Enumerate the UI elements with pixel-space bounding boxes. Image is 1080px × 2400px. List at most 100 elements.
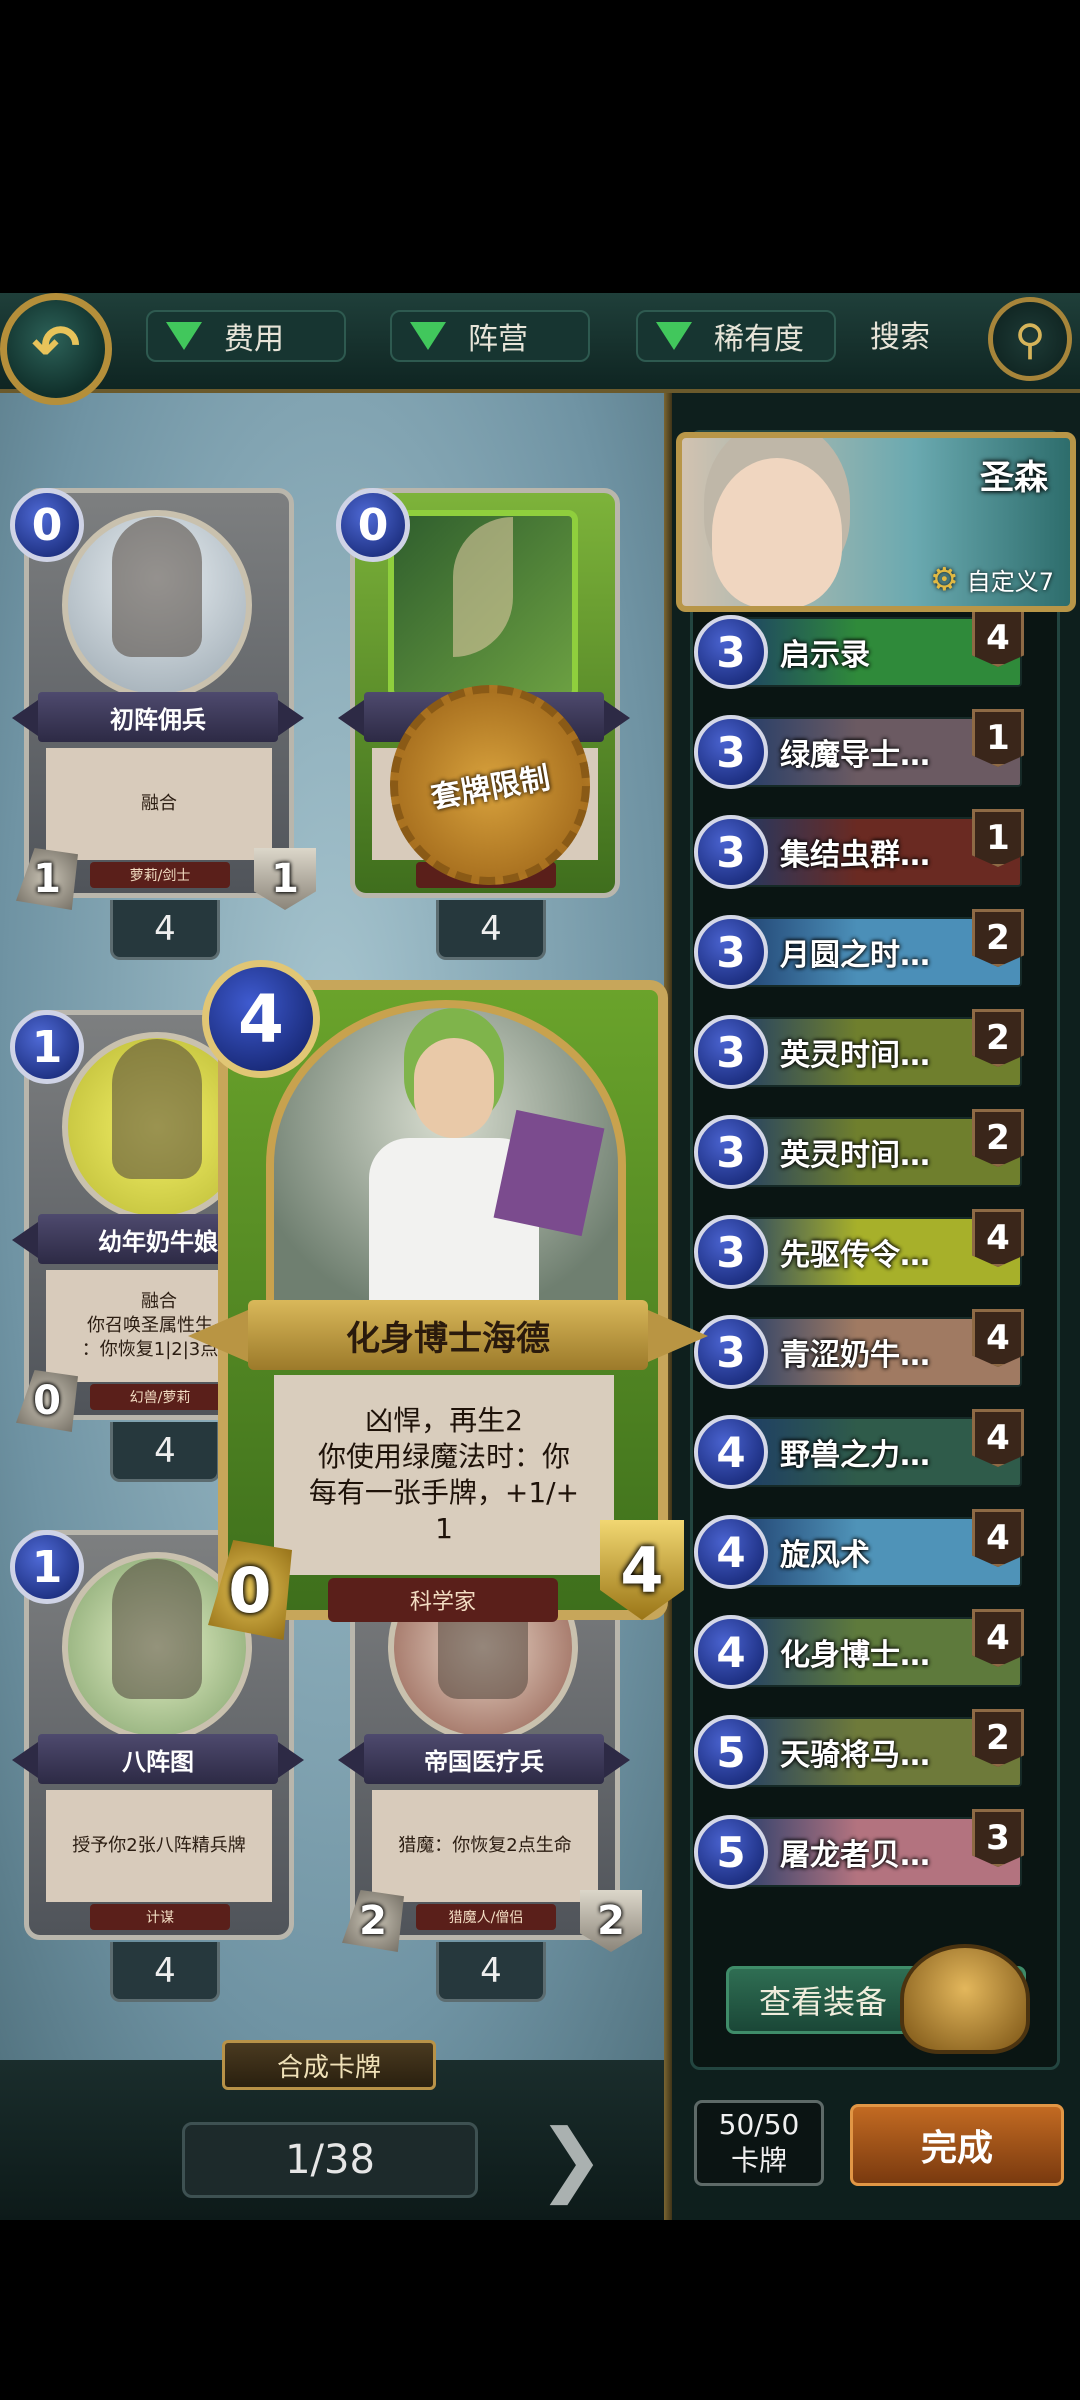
selected-card-preview[interactable]: 4 化身博士海德 凶悍，再生2 你使用绿魔法时：你 每有一张手牌，+1/+ 1 … — [188, 960, 708, 1660]
deck-card-cost: 5 — [694, 1715, 768, 1789]
deck-card-name: 启示录 — [780, 638, 870, 673]
card-cost: 4 — [202, 960, 320, 1078]
owned-count: 4 — [436, 1942, 546, 2002]
deck-card-count: 4 — [972, 1309, 1024, 1367]
deck-card-cost: 3 — [694, 715, 768, 789]
deck-card-cost: 3 — [694, 615, 768, 689]
owned-count: 4 — [436, 900, 546, 960]
card-text-line: 每有一张手牌，+1/+ — [308, 1476, 580, 1509]
deck-name[interactable]: ⚙ 自定义7 — [930, 560, 1054, 598]
card-figure — [453, 517, 513, 658]
deck-card-name: 绿魔导士… — [780, 738, 930, 773]
card-figure — [112, 1039, 202, 1180]
card-type: 萝莉/剑士 — [90, 862, 230, 888]
deck-card-row[interactable]: 英灵时间… 3 2 — [694, 1005, 1034, 1091]
card-name: 化身博士海德 — [188, 1300, 708, 1370]
card-text: 融合 — [46, 748, 272, 860]
card-text: 授予你2张八阵精兵牌 — [46, 1790, 272, 1902]
deck-card-row[interactable]: 野兽之力… 4 4 — [694, 1405, 1034, 1491]
card-art — [266, 1000, 626, 1330]
card-art — [62, 510, 252, 700]
hero-portrait — [712, 458, 842, 606]
card-text: 凶悍，再生2 你使用绿魔法时：你 每有一张手牌，+1/+ 1 — [274, 1375, 614, 1575]
deck-card-row[interactable]: 天骑将马… 5 2 — [694, 1705, 1034, 1791]
card-art — [388, 510, 578, 700]
deck-size-count: 50/50 — [718, 2108, 800, 2141]
deck-card-count: 4 — [972, 1609, 1024, 1667]
rarity-filter[interactable]: 稀有度 — [636, 310, 836, 362]
card-text-line: 授予你2张八阵精兵牌 — [72, 1835, 246, 1856]
card-cost: 1 — [10, 1530, 84, 1604]
card-figure — [112, 1559, 202, 1700]
search-button[interactable]: ⚲ — [988, 297, 1072, 381]
deck-card-cost: 5 — [694, 1815, 768, 1889]
deck-card-row[interactable]: 集结虫群… 3 1 — [694, 805, 1034, 891]
deck-card-row[interactable]: 化身博士… 4 4 — [694, 1605, 1034, 1691]
deck-card-count: 4 — [972, 1509, 1024, 1567]
deck-card-cost: 3 — [694, 1215, 768, 1289]
hero-name: 圣森 — [980, 458, 1048, 498]
deck-card-row[interactable]: 启示录 3 4 — [694, 605, 1034, 691]
card-text-line: 你使用绿魔法时：你 — [317, 1440, 570, 1473]
card-text: 猎魔：你恢复2点生命 — [372, 1790, 598, 1902]
card-type: 猎魔人/僧侣 — [416, 1904, 556, 1930]
deck-size-indicator: 50/50 卡牌 — [694, 2100, 824, 2186]
deck-card-row[interactable]: 绿魔导士… 3 1 — [694, 705, 1034, 791]
dropdown-triangle-icon — [166, 322, 202, 350]
deck-card-name: 天骑将马… — [780, 1738, 930, 1773]
owned-count: 4 — [110, 1942, 220, 2002]
collection-card[interactable]: 0 初阵佣兵 融合 萝莉/剑士 1 1 4 — [10, 488, 316, 960]
card-name: 初阵佣兵 — [12, 692, 304, 742]
deck-card-row[interactable]: 青涩奶牛… 3 4 — [694, 1305, 1034, 1391]
deck-card-name: 化身博士… — [780, 1638, 930, 1673]
card-text-line: 融合 — [141, 793, 177, 814]
craft-cards-button[interactable]: 合成卡牌 — [222, 2040, 436, 2090]
done-button[interactable]: 完成 — [850, 2104, 1064, 2186]
deck-card-name: 集结虫群… — [780, 838, 930, 873]
card-type: 幻兽/萝莉 — [90, 1384, 230, 1410]
dropdown-triangle-icon — [656, 322, 692, 350]
filter-label: 阵营 — [468, 322, 528, 357]
character-head — [414, 1038, 494, 1138]
deck-card-count: 1 — [972, 809, 1024, 867]
faction-filter[interactable]: 阵营 — [390, 310, 590, 362]
card-figure — [112, 517, 202, 658]
page-indicator: 1/38 — [182, 2122, 478, 2198]
deck-card-count: 4 — [972, 609, 1024, 667]
gear-icon: ⚙ — [930, 560, 959, 598]
deck-card-name: 月圆之时… — [780, 938, 930, 973]
deck-card-count: 2 — [972, 909, 1024, 967]
deck-card-row[interactable]: 先驱传令… 3 4 — [694, 1205, 1034, 1291]
deck-card-count: 4 — [972, 1209, 1024, 1267]
cost-filter[interactable]: 费用 — [146, 310, 346, 362]
card-text-line: 1 — [435, 1512, 453, 1545]
card-cost: 1 — [10, 1010, 84, 1084]
deck-card-cost: 4 — [694, 1515, 768, 1589]
deck-card-count: 1 — [972, 709, 1024, 767]
next-page-button[interactable]: ❯ — [526, 2108, 616, 2208]
deck-card-list: 启示录 3 4 绿魔导士… 3 1 集结虫群… 3 1 月圆之时… 3 2 英灵时间… 3 2 英灵时间… 3 2… — [694, 605, 1034, 1910]
deck-card-count: 2 — [972, 1009, 1024, 1067]
deck-card-count: 3 — [972, 1809, 1024, 1867]
deck-card-row[interactable]: 英灵时间… 3 2 — [694, 1105, 1034, 1191]
deck-card-row[interactable]: 屠龙者贝… 5 3 — [694, 1805, 1034, 1891]
deck-card-count: 2 — [972, 1709, 1024, 1767]
filter-label: 费用 — [224, 322, 284, 357]
deck-name-label: 自定义7 — [966, 567, 1054, 596]
deck-card-name: 先驱传令… — [780, 1238, 930, 1273]
deck-card-name: 英灵时间… — [780, 1038, 930, 1073]
deck-card-count: 2 — [972, 1109, 1024, 1167]
helmet-icon — [900, 1944, 1030, 2054]
deck-card-row[interactable]: 旋风术 4 4 — [694, 1505, 1034, 1591]
card-type: 计谋 — [90, 1904, 230, 1930]
deck-card-row[interactable]: 月圆之时… 3 2 — [694, 905, 1034, 991]
hero-banner[interactable]: 圣森 ⚙ 自定义7 — [676, 432, 1076, 612]
search-label[interactable]: 搜索 — [870, 312, 930, 356]
deck-card-cost: 4 — [694, 1415, 768, 1489]
deck-card-name: 青涩奶牛… — [780, 1338, 930, 1373]
back-arrow-icon: ↶ — [31, 312, 81, 380]
deck-card-name: 野兽之力… — [780, 1438, 930, 1473]
back-button[interactable]: ↶ — [0, 293, 112, 405]
deck-builder-screen: ↶ 费用 阵营 稀有度 搜索 ⚲ 0 初阵佣兵 融合 萝莉/剑士 1 1 4 0 — [0, 0, 1080, 2400]
chevron-right-icon: ❯ — [537, 2111, 605, 2205]
